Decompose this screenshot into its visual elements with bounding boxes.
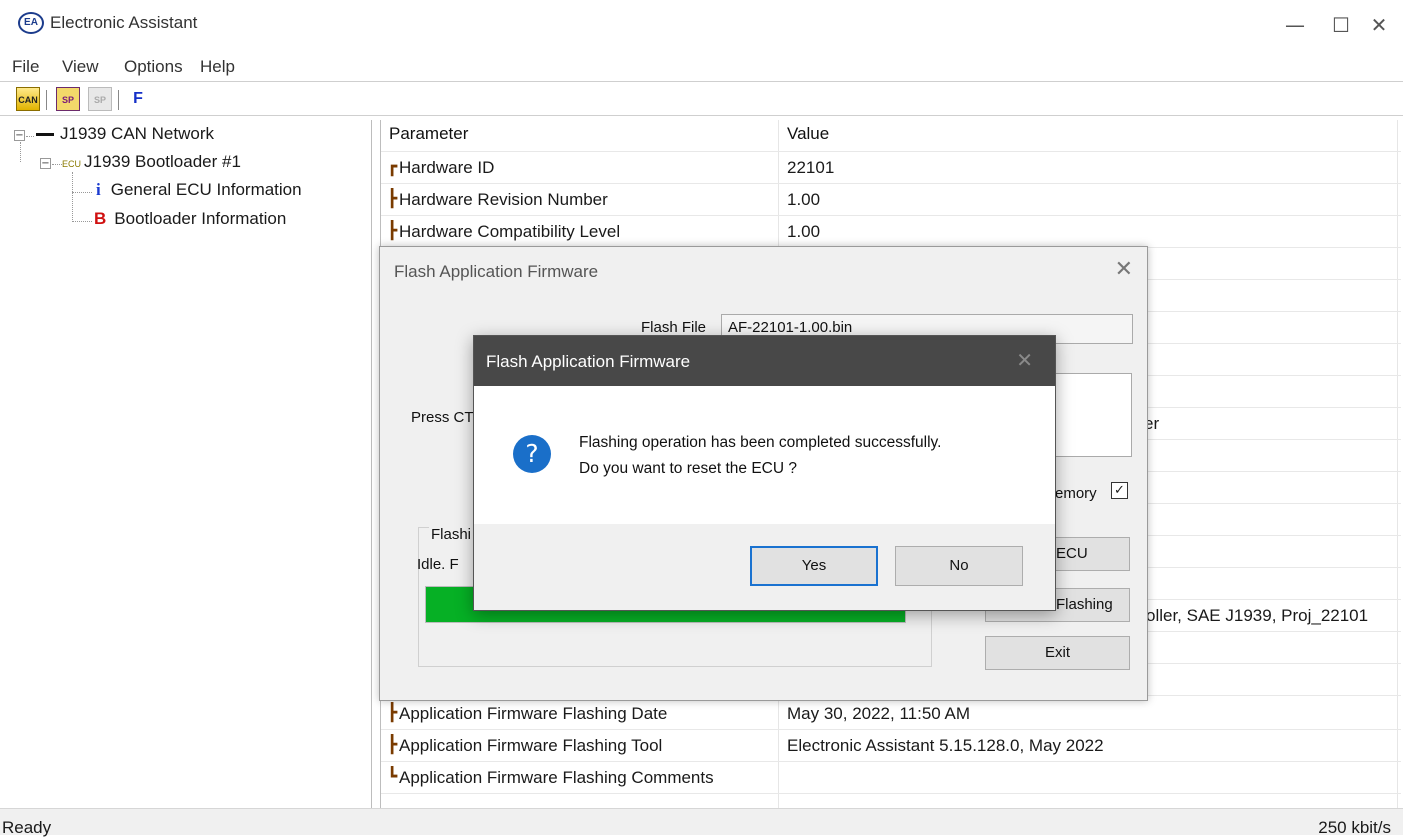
- menu-bar: File View Options Help: [0, 54, 1403, 82]
- partial-value: oller, SAE J1939, Proj_22101: [1146, 606, 1369, 625]
- question-icon: ?: [513, 435, 551, 473]
- info-icon: i: [96, 180, 101, 199]
- close-icon[interactable]: ✕: [1115, 257, 1133, 282]
- network-bus-icon: [36, 133, 54, 137]
- dialog-footer: Yes No: [474, 524, 1055, 610]
- tree-glyph-icon: ┣: [387, 703, 398, 723]
- table-row[interactable]: ┣ Application Firmware Flashing Tool Ele…: [381, 730, 1401, 762]
- window-title: Electronic Assistant: [50, 13, 198, 32]
- menu-view[interactable]: View: [62, 57, 99, 77]
- tree-glyph-icon: ┣: [387, 735, 398, 755]
- ecu-icon: ECU: [62, 159, 82, 169]
- message-line-2: Do you want to reset the ECU ?: [579, 460, 797, 477]
- can-connect-icon[interactable]: CAN: [16, 87, 40, 111]
- tree-node-network[interactable]: J1939 CAN Network: [36, 124, 214, 144]
- instructions-text: Press CT: [411, 409, 474, 426]
- close-button[interactable]: ✕: [1356, 8, 1402, 42]
- tree-glyph-icon: ┣: [387, 189, 398, 209]
- app-logo-icon: EA: [18, 12, 44, 34]
- yes-button[interactable]: Yes: [750, 546, 878, 586]
- status-bar: Ready 250 kbit/s: [0, 808, 1403, 837]
- table-row[interactable]: ┗ Application Firmware Flashing Comments: [381, 762, 1401, 794]
- tree-glyph-icon: ┏: [387, 157, 398, 177]
- dialog-title: Flash Application Firmware: [394, 262, 599, 281]
- tree-item-general-ecu-info[interactable]: i General ECU Information: [96, 180, 302, 200]
- minimize-button[interactable]: —: [1272, 8, 1318, 42]
- flashing-status-text: Idle. F: [417, 556, 459, 573]
- flash-icon[interactable]: F: [126, 87, 150, 111]
- no-button[interactable]: No: [895, 546, 1023, 586]
- tree-glyph-icon: ┗: [387, 767, 398, 787]
- tree-glyph-icon: ┣: [387, 221, 398, 241]
- table-row[interactable]: ┣ Hardware Revision Number 1.00: [381, 184, 1401, 216]
- collapse-icon[interactable]: −: [14, 130, 25, 141]
- memory-option-label: emory: [1055, 485, 1097, 502]
- confirmation-dialog: Flash Application Firmware ✕ ? Flashing …: [473, 335, 1056, 611]
- memory-checkbox[interactable]: ✓: [1111, 482, 1128, 499]
- network-tree: − J1939 CAN Network − ECU J1939 Bootloade…: [0, 120, 372, 808]
- sp-disabled-icon: SP: [88, 87, 112, 111]
- menu-options[interactable]: Options: [124, 57, 183, 77]
- baud-rate: 250 kbit/s: [1318, 818, 1391, 837]
- menu-file[interactable]: File: [12, 57, 39, 77]
- table-row[interactable]: ┣ Hardware Compatibility Level 1.00: [381, 216, 1401, 248]
- close-icon[interactable]: ✕: [1016, 348, 1033, 372]
- table-row[interactable]: ┏ Hardware ID 22101: [381, 152, 1401, 184]
- table-row[interactable]: ┣ Application Firmware Flashing Date May…: [381, 698, 1401, 730]
- dialog-title: Flash Application Firmware: [486, 352, 691, 371]
- tree-node-ecu[interactable]: ECU J1939 Bootloader #1: [62, 152, 241, 172]
- dialog-title-bar: Flash Application Firmware ✕: [474, 336, 1055, 386]
- toolbar-separator: [46, 90, 47, 110]
- tree-item-bootloader-info[interactable]: B Bootloader Information: [94, 209, 286, 229]
- status-text: Ready: [2, 818, 52, 837]
- exit-button[interactable]: Exit: [985, 636, 1130, 670]
- title-bar: EA Electronic Assistant — ☐ ✕: [0, 0, 1403, 52]
- collapse-icon[interactable]: −: [40, 158, 51, 169]
- flash-file-label: Flash File: [641, 319, 707, 336]
- bootloader-icon: B: [94, 209, 107, 228]
- group-title: Flashi: [429, 526, 474, 543]
- toolbar: CAN SP SP F: [0, 84, 1403, 116]
- sp-icon[interactable]: SP: [56, 87, 80, 111]
- toolbar-separator: [118, 90, 119, 110]
- message-line-1: Flashing operation has been completed su…: [579, 434, 942, 451]
- menu-help[interactable]: Help: [200, 57, 235, 77]
